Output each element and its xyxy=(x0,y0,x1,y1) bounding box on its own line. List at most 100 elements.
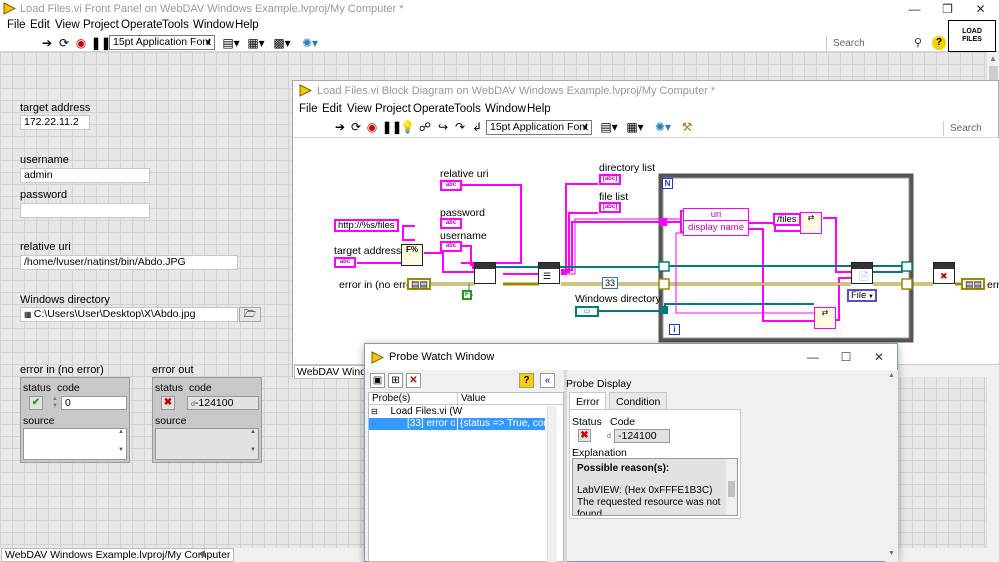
menu-file[interactable]: File xyxy=(7,19,26,31)
menu-tools[interactable]: Tools xyxy=(162,19,189,31)
directory-list-terminal[interactable]: [abc] xyxy=(599,174,621,185)
menu-view[interactable]: View xyxy=(347,103,372,115)
error-in-code-input[interactable]: 0 xyxy=(61,396,127,410)
retain-probe-icon[interactable]: ⊞ xyxy=(388,373,403,388)
menu-edit[interactable]: Edit xyxy=(30,19,50,31)
files-path-constant[interactable]: /files xyxy=(773,213,801,226)
windows-directory-input[interactable]: ▦ C:\Users\User\Desktop\X\Abdo.jpg xyxy=(20,307,238,322)
align-objects-icon[interactable]: ▤▾ xyxy=(599,120,619,134)
close-webdav-session-subvi[interactable]: ✖ xyxy=(933,262,955,284)
scroll-up-icon[interactable]: ▲ xyxy=(989,54,997,63)
password-input[interactable] xyxy=(20,203,150,218)
retain-wire-values-icon[interactable]: ☍ xyxy=(418,120,432,134)
explanation-scrollbar[interactable] xyxy=(726,459,737,515)
distribute-objects-icon[interactable]: ▦▾ xyxy=(625,120,645,134)
block-diagram-window[interactable]: Load Files.vi Block Diagram on WebDAV Wi… xyxy=(292,80,999,379)
build-path-node[interactable]: ⇄ xyxy=(814,307,836,329)
loop-iteration-terminal[interactable]: i xyxy=(669,324,680,335)
panel-splitter[interactable] xyxy=(564,370,567,562)
collapse-panel-icon[interactable]: « xyxy=(540,373,555,388)
run-arrow-icon[interactable]: ➔ xyxy=(333,120,347,134)
menu-tools[interactable]: Tools xyxy=(454,103,481,115)
maximize-icon[interactable]: ☐ xyxy=(830,347,862,367)
font-select[interactable]: 15pt Application Font ▼ xyxy=(486,120,592,135)
pause-icon[interactable]: ❚❚ xyxy=(382,120,402,134)
probe-list[interactable]: Probe(s) Value ⊟ Load Files.vi (W [33] e… xyxy=(368,392,564,562)
menu-window[interactable]: Window xyxy=(193,19,234,31)
numeric-constant[interactable]: 33 xyxy=(602,277,618,289)
menu-view[interactable]: View xyxy=(55,19,80,31)
target-address-input[interactable]: 172.22.11.2 xyxy=(20,115,90,130)
highlight-execution-icon[interactable]: 💡 xyxy=(400,120,415,134)
scroll-up-icon[interactable]: ▲ xyxy=(888,372,895,379)
resize-objects-icon[interactable]: ▩▾ xyxy=(272,36,292,50)
run-arrow-icon[interactable]: ➔ xyxy=(40,36,54,50)
reorder-icon[interactable]: ✺▾ xyxy=(299,36,321,50)
help-icon[interactable]: ? xyxy=(519,373,534,388)
target-address-terminal[interactable]: abc xyxy=(334,257,356,268)
font-select[interactable]: 15pt Application Font ▼ xyxy=(109,35,215,50)
scroll-left-icon[interactable]: ◀ xyxy=(198,548,205,559)
tab-error[interactable]: Error xyxy=(569,392,607,410)
windows-directory-terminal[interactable]: ▭ xyxy=(575,306,599,317)
reorder-icon[interactable]: ✺▾ xyxy=(652,120,674,134)
abort-icon[interactable]: ◉ xyxy=(74,36,88,50)
scroll-down-icon[interactable]: ▼ xyxy=(888,550,895,557)
file-list-terminal[interactable]: [abc] xyxy=(599,202,621,213)
get-file-subvi[interactable]: 📄 xyxy=(851,262,873,284)
value-column-header[interactable]: Value xyxy=(457,393,563,405)
probe-display-scrollbar[interactable]: ▲ ▼ xyxy=(885,370,898,562)
format-into-string-node[interactable]: F% xyxy=(401,244,423,266)
loop-count-terminal[interactable]: N xyxy=(662,178,673,189)
menu-edit[interactable]: Edit xyxy=(322,103,342,115)
delete-probe-icon[interactable]: ✕ xyxy=(406,373,421,388)
restore-icon[interactable]: ❐ xyxy=(931,0,964,18)
menu-window[interactable]: Window xyxy=(485,103,526,115)
url-format-constant[interactable]: http://%s/files xyxy=(334,219,399,232)
close-icon[interactable]: ✕ xyxy=(964,0,997,18)
menu-project[interactable]: Project xyxy=(83,19,119,31)
username-input[interactable]: admin xyxy=(20,168,150,183)
menu-operate[interactable]: Operate xyxy=(413,103,455,115)
distribute-objects-icon[interactable]: ▦▾ xyxy=(246,36,266,50)
new-probe-icon[interactable]: ▣ xyxy=(370,373,385,388)
unbundle-by-name-node[interactable]: uri display name xyxy=(683,208,749,236)
minimize-icon[interactable]: — xyxy=(898,0,931,18)
minimize-icon[interactable]: — xyxy=(797,347,829,367)
pause-icon[interactable]: ❚❚ xyxy=(91,36,111,50)
relative-uri-input[interactable]: /home/lvuser/natinst/bin/Abdo.JPG xyxy=(20,255,238,270)
code-stepper[interactable]: ▲ ▼ xyxy=(51,396,59,410)
boolean-constant[interactable]: F xyxy=(462,290,472,300)
collapse-icon[interactable]: ⊟ xyxy=(371,407,378,416)
menu-help[interactable]: Help xyxy=(235,19,259,31)
list-item[interactable]: ⊟ Load Files.vi (W xyxy=(369,406,563,418)
browse-folder-button[interactable]: 🗁 xyxy=(239,307,261,322)
align-objects-icon[interactable]: ▤▾ xyxy=(221,36,241,50)
table-row[interactable]: [33] error ou {status => True, code xyxy=(369,418,545,430)
password-terminal[interactable]: abc xyxy=(440,218,462,229)
menu-help[interactable]: Help xyxy=(527,103,551,115)
scroll-thumb[interactable] xyxy=(728,481,735,497)
error-in-terminal[interactable]: ▤▤ xyxy=(407,278,431,290)
run-continuously-icon[interactable]: ⟳ xyxy=(349,120,363,134)
open-webdav-session-subvi[interactable] xyxy=(474,262,496,284)
vi-icon[interactable]: LOAD FILES xyxy=(948,20,996,52)
step-into-icon[interactable]: ↪ xyxy=(436,120,450,134)
search-replace-string-node[interactable]: ⇄ xyxy=(800,212,822,234)
error-out-terminal[interactable]: ▤▤ xyxy=(961,278,985,290)
file-mode-ring[interactable]: File ▼ xyxy=(847,289,877,302)
close-icon[interactable]: ✕ xyxy=(863,347,895,367)
relative-uri-terminal[interactable]: abc xyxy=(440,180,462,191)
search-input[interactable]: Search ⚲ xyxy=(826,36,926,51)
menu-project[interactable]: Project xyxy=(375,103,411,115)
block-diagram-canvas[interactable]: relative uri abc password abc username a… xyxy=(293,138,999,363)
help-icon[interactable]: ? xyxy=(932,36,946,50)
step-over-icon[interactable]: ↷ xyxy=(453,120,467,134)
menu-operate[interactable]: Operate xyxy=(121,19,163,31)
error-in-source-input[interactable]: ▲ ▼ xyxy=(23,428,127,460)
menu-file[interactable]: File xyxy=(299,103,318,115)
search-input[interactable]: Search xyxy=(943,121,999,136)
source-scrollbar[interactable]: ▲ ▼ xyxy=(116,429,126,459)
probe-watch-window[interactable]: Probe Watch Window — ☐ ✕ ▣ ⊞ ✕ ? « Probe… xyxy=(364,343,898,562)
step-out-icon[interactable]: ↲ xyxy=(470,120,484,134)
